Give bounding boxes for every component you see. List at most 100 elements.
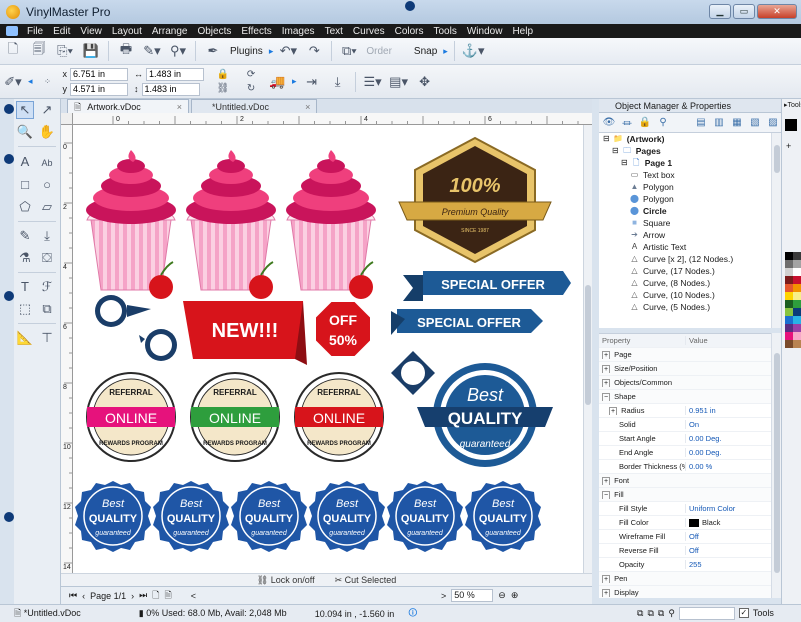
property-row[interactable]: Wireframe Fill Off [599,530,771,544]
vertical-ruler[interactable]: 0 2 4 6 8 10 12 14 [61,113,73,586]
tree-item[interactable]: ▭ Text box [599,169,771,181]
collapse-toggle-icon[interactable]: ⊟ [603,133,610,145]
property-row[interactable]: + Page [599,348,771,362]
menu-file[interactable]: File [22,26,48,37]
align-icon[interactable]: ☰▾ [363,72,383,92]
zoom-out-icon[interactable]: ⊖ [498,590,506,601]
tools-checkbox[interactable]: ✓ [738,608,749,618]
palette-color-swatch[interactable] [785,292,793,300]
horizontal-ruler[interactable]: 02468101214 [73,113,592,125]
scroll-left-icon[interactable]: < [191,591,196,601]
property-row[interactable]: − Fill [599,488,771,502]
property-row[interactable]: Fill Color Black [599,516,771,530]
property-value[interactable]: On [685,420,771,429]
link-icon[interactable]: ⛓ [213,83,233,95]
menu-objects[interactable]: Objects [192,26,236,37]
mirror-vertical-icon[interactable]: ⤓ [328,72,348,92]
property-value[interactable]: 0.00 % [685,462,771,471]
best-quality-badge[interactable]: Best QUALITY guaranteed [230,480,308,553]
expand-toggle-icon[interactable]: + [602,477,611,485]
transform-icon[interactable]: ✐▾ [3,72,23,92]
special-offer-ribbon[interactable]: SPECIAL OFFER [391,309,543,335]
property-value[interactable]: 0.951 in [685,406,771,415]
expand-toggle-icon[interactable]: − [602,393,611,401]
tree-item[interactable]: ⊟ 📁 (Artwork) [599,133,771,145]
tree-item[interactable]: ⊟ 🗀 Pages [599,145,771,157]
palette-color-swatch[interactable] [793,300,801,308]
zoom-in-icon[interactable]: ⊕ [511,590,519,601]
special-offer-ribbon[interactable]: SPECIAL OFFER [403,271,571,301]
cut-selected-button[interactable]: ✂ Cut Selected [335,575,397,586]
collapse-icon[interactable]: ◂ [28,76,33,87]
diamond-tag[interactable] [391,351,435,395]
palette-color-swatch[interactable] [785,340,793,348]
distribute-icon[interactable]: ▤▾ [389,72,409,92]
palette-color-swatch[interactable] [793,292,801,300]
order-button[interactable]: Order [366,46,392,57]
menu-view[interactable]: View [75,26,107,37]
first-page-icon[interactable]: ⏮ [69,590,77,601]
best-quality-badge[interactable]: Best QUALITY guaranteed [386,480,464,553]
close-tab-icon[interactable]: × [177,100,182,114]
cupcake-graphic[interactable] [285,149,377,300]
palette-color-swatch[interactable] [793,316,801,324]
palette-color-swatch[interactable] [785,284,793,292]
referral-badge[interactable]: REFERRAL ONLINE REWARDS PROGRAM [190,372,280,462]
property-value[interactable]: Black [685,518,771,527]
arrange-icon[interactable]: ⧉▾ [339,41,359,61]
new-document-icon[interactable]: 🗋 [3,41,23,61]
palette-color-swatch[interactable] [785,332,793,340]
last-page-icon[interactable]: ⏭ [139,590,147,601]
mirror-horizontal-icon[interactable]: ⇥ [302,72,322,92]
next-page-icon[interactable]: › [131,591,134,601]
property-row[interactable]: Reverse Fill Off [599,544,771,558]
snap-button[interactable]: Snap [414,46,437,57]
referral-badge[interactable]: REFERRAL ONLINE REWARDS PROGRAM [294,372,384,462]
palette-color-swatch[interactable] [793,260,801,268]
property-row[interactable]: Border Thickness (% 0.00 % [599,460,771,474]
page-view-icon[interactable]: ▤ [694,116,708,130]
shadow-tool-icon[interactable]: T [16,278,34,296]
object-manager-tab-icon[interactable]: 👁 [602,116,616,130]
property-row[interactable]: + Font [599,474,771,488]
expand-toggle-icon[interactable]: + [602,379,611,387]
expand-toggle-icon[interactable]: + [609,407,618,415]
cupcake-graphic[interactable] [85,149,177,300]
property-grid[interactable]: Property Value + Page + Size/Position + Objec… [599,333,771,598]
node-tool-icon[interactable]: ↗ [38,101,56,119]
palette-color-swatch[interactable] [793,276,801,284]
plugins-icon[interactable]: ✒ [203,41,223,61]
center-icon[interactable]: ✥ [415,72,435,92]
property-row[interactable]: Opacity 255 [599,558,771,572]
text-tool-icon[interactable]: A [16,152,34,170]
palette-color-swatch[interactable] [793,268,801,276]
layers-tool-icon[interactable]: ⧉ [38,300,56,318]
referral-badge[interactable]: REFERRAL ONLINE REWARDS PROGRAM [86,372,176,462]
reset-icon[interactable]: ↻ [241,83,261,95]
menu-curves[interactable]: Curves [348,26,390,37]
best-quality-badge[interactable]: Best QUALITY guaranteed [464,480,542,553]
palette-color-swatch[interactable] [793,308,801,316]
duplicate-icon[interactable]: ⧉ [658,608,664,619]
scroll-right-icon[interactable]: > [441,591,446,601]
best-quality-badge[interactable]: Best QUALITY guaranteed [308,480,386,553]
property-scrollbar[interactable] [771,333,781,598]
tree-item[interactable]: △ Curve [x 2], (12 Nodes.) [599,253,771,265]
property-row[interactable]: End Angle 0.00 Deg. [599,446,771,460]
property-value[interactable]: Off [685,532,771,541]
property-row[interactable]: + Size/Position [599,362,771,376]
expand-toggle-icon[interactable]: + [602,575,611,583]
expand-toggle-icon[interactable]: + [602,351,611,359]
shape-tool-icon[interactable]: ▱ [38,198,56,216]
property-row[interactable]: + Radius 0.951 in [599,404,771,418]
expand-toggle-icon[interactable]: − [602,491,611,499]
palette-color-swatch[interactable] [793,332,801,340]
property-row[interactable]: Solid On [599,418,771,432]
new-banner[interactable]: NEW!!! [183,301,307,365]
selection-handle[interactable] [4,291,14,301]
palette-color-swatch[interactable] [793,324,801,332]
options-view-icon[interactable]: ▨ [766,116,780,130]
tree-item[interactable]: △ Curve, (8 Nodes.) [599,277,771,289]
menu-arrange[interactable]: Arrange [147,26,193,37]
menu-help[interactable]: Help [507,26,538,37]
